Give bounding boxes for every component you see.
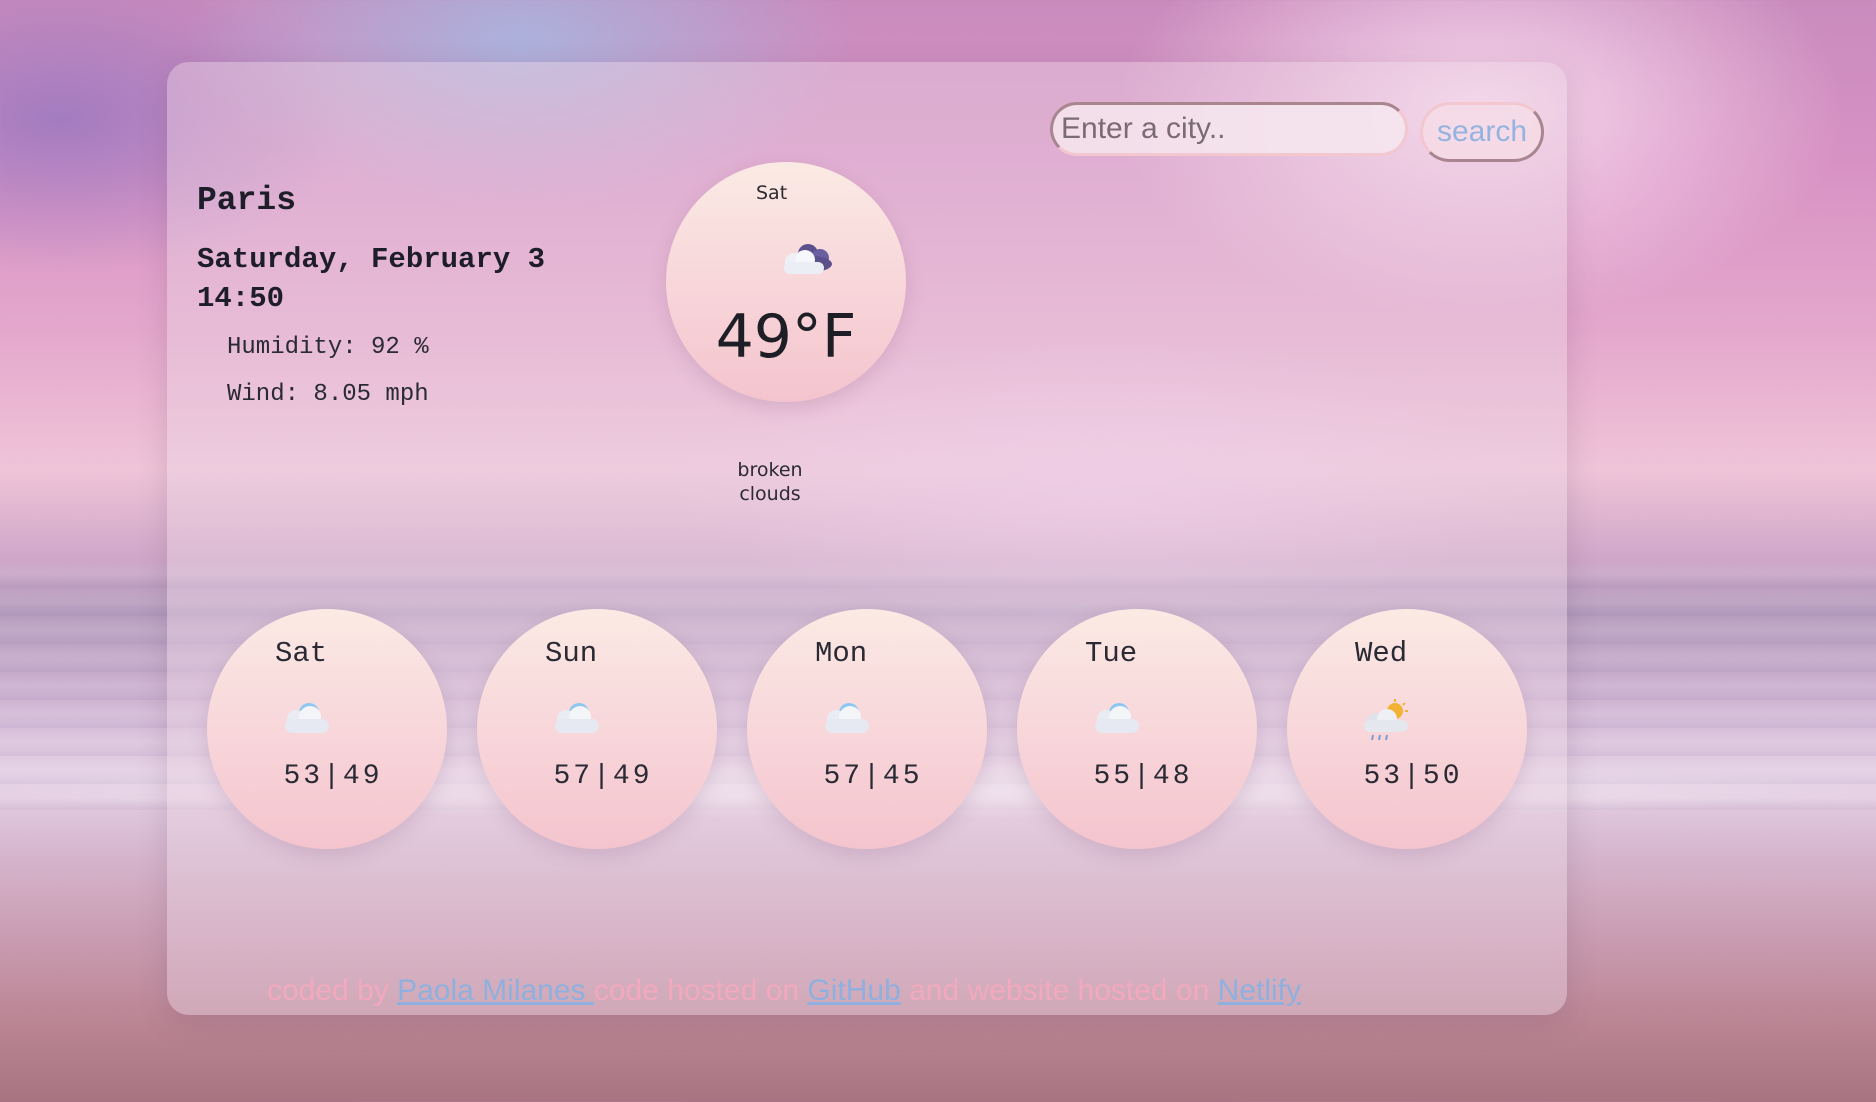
cloud-icon bbox=[279, 699, 333, 741]
wind-label: Wind: 8.05 mph bbox=[227, 381, 429, 408]
footer-text: code hosted on bbox=[593, 974, 808, 1007]
city-name: Paris bbox=[197, 182, 297, 219]
author-link[interactable]: Paola Milanes bbox=[397, 974, 594, 1007]
cloud-icon bbox=[819, 699, 873, 741]
netlify-link[interactable]: Netlify bbox=[1218, 974, 1301, 1007]
forecast-temps: 53|49 bbox=[283, 761, 383, 792]
humidity-label: Humidity: 92 % bbox=[227, 334, 429, 361]
forecast-day-card: Sat 53|49 bbox=[207, 609, 447, 849]
date-time: Saturday, February 3 14:50 bbox=[197, 240, 545, 318]
footer-credits: coded by Paola Milanes code hosted on Gi… bbox=[267, 974, 1301, 1008]
forecast-temps: 55|48 bbox=[1093, 761, 1193, 792]
current-weather-circle: Sat 49°F bbox=[666, 162, 906, 402]
forecast-day-card: Sun 57|49 bbox=[477, 609, 717, 849]
forecast-day-card: Mon 57|45 bbox=[747, 609, 987, 849]
forecast-day-label: Sun bbox=[545, 637, 598, 670]
footer-text: coded by bbox=[267, 974, 398, 1007]
current-day: Sat bbox=[756, 182, 788, 204]
forecast-temps: 53|50 bbox=[1363, 761, 1463, 792]
current-date: Saturday, February 3 bbox=[197, 243, 546, 276]
cloud-icon bbox=[1089, 699, 1143, 741]
search-button[interactable]: search bbox=[1420, 102, 1544, 162]
forecast-day-label: Sat bbox=[275, 637, 328, 670]
forecast-day-label: Wed bbox=[1355, 637, 1408, 670]
cloud-icon bbox=[549, 699, 603, 741]
city-search-input[interactable] bbox=[1050, 102, 1408, 156]
broken-clouds-icon bbox=[778, 240, 834, 284]
sun-rain-cloud-icon bbox=[1359, 699, 1413, 747]
forecast-day-card: Tue 55|48 bbox=[1017, 609, 1257, 849]
forecast-temps: 57|49 bbox=[553, 761, 653, 792]
current-time: 14:50 bbox=[197, 282, 285, 315]
footer-text: and website hosted on bbox=[900, 974, 1218, 1007]
current-temperature: 49°F bbox=[715, 302, 857, 372]
forecast-day-label: Tue bbox=[1085, 637, 1138, 670]
github-link[interactable]: GitHub bbox=[807, 974, 900, 1007]
forecast-temps: 57|45 bbox=[823, 761, 923, 792]
forecast-day-label: Mon bbox=[815, 637, 868, 670]
weather-description: broken clouds bbox=[737, 459, 803, 505]
forecast-day-card: Wed 53|50 bbox=[1287, 609, 1527, 849]
